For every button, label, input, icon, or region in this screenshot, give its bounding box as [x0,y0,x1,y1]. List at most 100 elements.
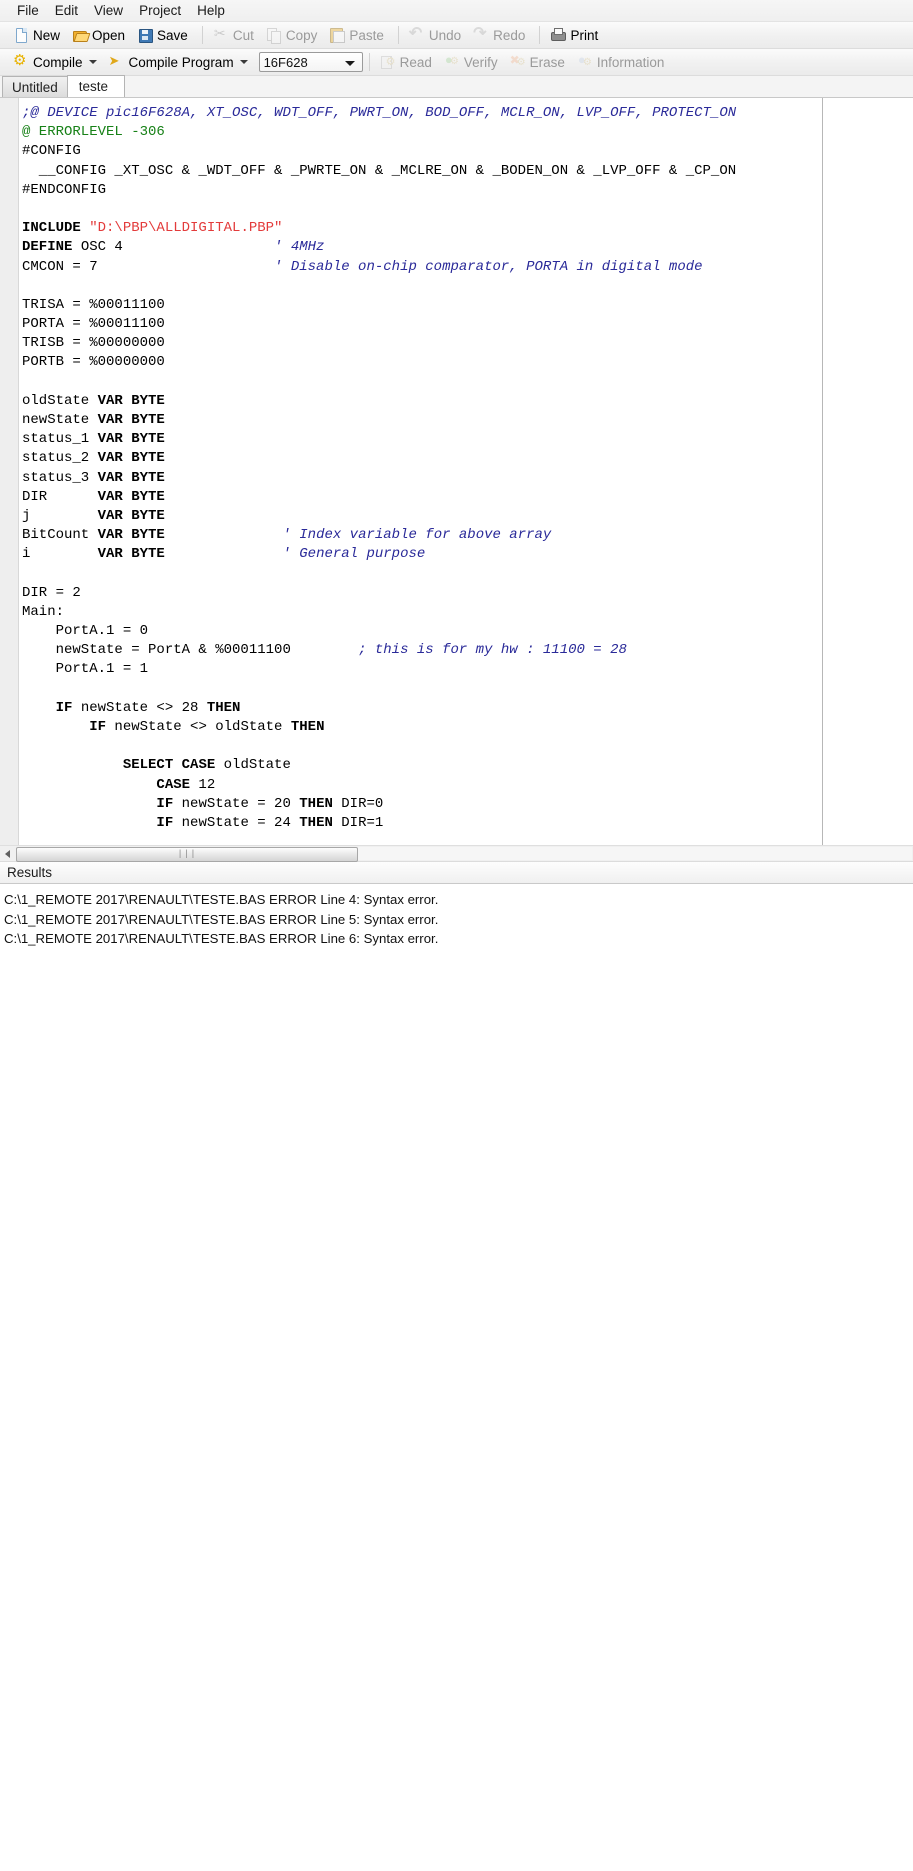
code-token: THEN [291,719,325,735]
code-token: BitCount [22,527,98,543]
code-token: DIR = 2 [22,585,81,601]
code-token: newState = PortA & %00011100 [22,642,358,658]
read-chip-icon [380,54,396,70]
code-line: status_1 VAR BYTE [22,430,736,449]
code-token: IF [89,719,106,735]
code-line: status_3 VAR BYTE [22,469,736,488]
chevron-down-icon[interactable] [345,61,355,66]
scrollbar-track[interactable]: ||| [16,847,912,860]
code-token [22,719,89,735]
chevron-down-icon[interactable] [240,60,248,64]
code-token: DEFINE [22,239,81,255]
scroll-left-arrow-icon[interactable] [0,846,15,861]
save-button-label: Save [153,28,188,43]
code-token: newState = 20 [173,796,299,812]
code-line: PortA.1 = 1 [22,660,736,679]
code-token: ' General purpose [282,546,425,562]
code-token: newState [22,412,98,428]
code-token: newState = 24 [173,815,299,831]
new-button[interactable]: New [9,23,67,47]
compile-button[interactable]: Compile [9,50,104,74]
code-token: __CONFIG _XT_OSC & _WDT_OFF & _PWRTE_ON … [22,163,736,179]
scrollbar-thumb[interactable]: ||| [16,847,358,862]
menu-item-edit[interactable]: Edit [47,1,86,20]
device-select[interactable]: 16F628 [259,52,363,72]
menu-item-file[interactable]: File [9,1,47,20]
code-line: @ ERRORLEVEL -306 [22,123,736,142]
main-toolbar: New Open Save Cut Copy Paste Undo Redo Print [0,22,913,49]
result-line: C:\1_REMOTE 2017\RENAULT\TESTE.BAS ERROR… [4,890,913,910]
editor-horizontal-scrollbar[interactable]: ||| [0,845,913,862]
save-button[interactable]: Save [133,23,195,47]
code-token [165,527,283,543]
code-token: IF [156,815,173,831]
undo-arrow-icon [409,27,425,43]
paste-button-label: Paste [345,28,384,43]
code-token: status_1 [22,431,98,447]
code-line [22,373,736,392]
code-line: IF newState = 24 THEN DIR=1 [22,814,736,833]
erase-button: Erase [506,50,572,74]
code-line: DEFINE OSC 4 ' 4MHz [22,238,736,257]
code-line: oldState VAR BYTE [22,392,736,411]
copy-button-label: Copy [282,28,318,43]
toolbar-separator [369,53,370,71]
code-token: TRISA = %00011100 [22,297,165,313]
code-token: oldState [22,393,98,409]
result-line: C:\1_REMOTE 2017\RENAULT\TESTE.BAS ERROR… [4,910,913,930]
menu-item-project[interactable]: Project [131,1,189,20]
code-token: VAR BYTE [98,450,165,466]
redo-button-label: Redo [489,28,525,43]
code-token: ; this is for my hw : 11100 = 28 [358,642,627,658]
tab-teste[interactable]: teste [67,75,125,97]
menu-item-help[interactable]: Help [189,1,233,20]
code-line: IF newState = 20 THEN DIR=0 [22,795,736,814]
code-line: #CONFIG [22,142,736,161]
code-token: DIR=1 [333,815,383,831]
code-line: DIR VAR BYTE [22,488,736,507]
code-token: ' Disable on-chip comparator, PORTA in d… [274,259,702,275]
code-token: PORTB = %00000000 [22,354,165,370]
code-text[interactable]: ;@ DEVICE pic16F628A, XT_OSC, WDT_OFF, P… [22,104,736,833]
code-token: OSC 4 [81,239,274,255]
menu-item-view[interactable]: View [86,1,131,20]
code-line: PORTA = %00011100 [22,315,736,334]
compile-program-button[interactable]: Compile Program [105,50,255,74]
code-token: newState <> 28 [72,700,206,716]
undo-button-label: Undo [425,28,461,43]
code-token: DIR [22,489,98,505]
chevron-down-icon[interactable] [89,60,97,64]
code-token: VAR BYTE [98,546,165,562]
code-token: THEN [207,700,241,716]
print-button[interactable]: Print [546,23,605,47]
code-line: TRISB = %00000000 [22,334,736,353]
menu-bar: FileEditViewProjectHelp [0,0,913,22]
code-token: status_3 [22,470,98,486]
information-button: Information [573,50,672,74]
toolbar-separator [398,26,399,44]
clipboard-icon [329,27,345,43]
tab-untitled[interactable]: Untitled [2,76,68,97]
code-token: @ ERRORLEVEL -306 [22,124,165,140]
read-button-label: Read [396,55,432,70]
verify-icon [444,54,460,70]
read-button: Read [376,50,439,74]
code-token: TRISB = %00000000 [22,335,165,351]
code-token: 12 [190,777,215,793]
open-folder-icon [72,27,88,43]
code-token [22,757,123,773]
result-line: C:\1_REMOTE 2017\RENAULT\TESTE.BAS ERROR… [4,929,913,949]
open-button[interactable]: Open [68,23,132,47]
code-line: IF newState <> 28 THEN [22,699,736,718]
code-line: i VAR BYTE ' General purpose [22,545,736,564]
compile-toolbar: Compile Compile Program 16F628 ReadVerif… [0,49,913,76]
code-token: #ENDCONFIG [22,182,106,198]
code-token: INCLUDE [22,220,89,236]
results-title: Results [7,865,52,880]
code-token: #CONFIG [22,143,81,159]
code-editor[interactable]: ;@ DEVICE pic16F628A, XT_OSC, WDT_OFF, P… [0,98,913,845]
information-icon [577,54,593,70]
toolbar-separator [202,26,203,44]
cut-button-label: Cut [229,28,254,43]
new-button-label: New [29,28,60,43]
